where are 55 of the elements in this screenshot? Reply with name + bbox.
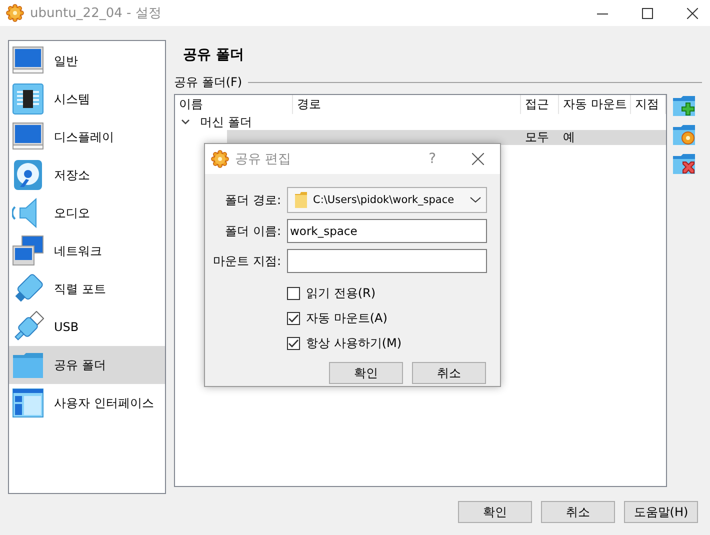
field-label: 마운트 지점: [212, 252, 281, 270]
close-icon[interactable] [472, 153, 484, 165]
column-header[interactable]: 자동 마운트 [559, 95, 631, 114]
dialog-title: 공유 편집 [235, 151, 292, 168]
network-icon [12, 235, 44, 267]
usb-plug-icon [12, 311, 44, 343]
sidebar-item[interactable]: 시스템 [9, 80, 165, 118]
input-field[interactable] [287, 249, 487, 273]
field-label: 폴더 이름: [224, 222, 281, 240]
group-label: 공유 폴더(F) [174, 74, 242, 90]
dialog-button[interactable]: 취소 [541, 501, 615, 523]
tree-group-label: 머신 폴더 [200, 114, 252, 130]
checkbox[interactable] [287, 312, 300, 325]
sidebar-item[interactable]: 오디오 [9, 194, 165, 232]
sidebar-item[interactable]: 직렬 포트 [9, 270, 165, 308]
field-label: 폴더 경로: [224, 192, 281, 208]
dialog-button[interactable]: 확인 [329, 362, 403, 384]
add-folder-icon[interactable] [672, 94, 696, 118]
checkbox-label[interactable]: 자동 마운트(A) [306, 310, 388, 327]
window-layout-icon [12, 387, 44, 419]
column-header[interactable]: 경로 [293, 95, 521, 114]
folder-icon [295, 192, 307, 208]
chip-icon [12, 83, 44, 115]
dialog-button[interactable]: 확인 [458, 501, 532, 523]
input-field[interactable]: work_space [287, 219, 487, 243]
caret-icon [470, 197, 481, 203]
checkbox[interactable] [287, 287, 300, 300]
maximize-icon[interactable] [642, 8, 653, 18]
sidebar-item[interactable]: 저장소 [9, 156, 165, 194]
sidebar-item[interactable]: USB [9, 308, 165, 346]
chevron-icon[interactable] [181, 119, 190, 125]
sidebar-item[interactable]: 일반 [9, 42, 165, 80]
column-header[interactable]: 접근 [521, 95, 559, 114]
dialog-button[interactable]: 도움말(H) [624, 501, 698, 523]
window-title: ubuntu_22_04 - 설정 [30, 5, 162, 22]
checkbox[interactable] [287, 337, 300, 350]
sidebar-item[interactable]: 디스플레이 [9, 118, 165, 156]
page-heading: 공유 폴더 [182, 46, 245, 65]
dialog-button[interactable]: 취소 [412, 362, 486, 384]
folder-path-dropdown[interactable]: C:\Users\pidok\work_space [287, 187, 487, 213]
sidebar-item[interactable]: 사용자 인터페이스 [9, 384, 165, 422]
sidebar-item[interactable]: 네트워크 [9, 232, 165, 270]
table-cell-text: 예 [562, 129, 576, 146]
checkbox-label[interactable]: 항상 사용하기(M) [306, 335, 402, 352]
checkbox-label[interactable]: 읽기 전용(R) [306, 285, 376, 302]
table-row[interactable]: 모두 예 [227, 130, 666, 145]
folder-settings-icon[interactable] [672, 123, 696, 147]
gear-icon [211, 150, 229, 168]
close-icon[interactable] [687, 8, 698, 18]
sidebar-item[interactable]: 공유 폴더 [9, 346, 165, 384]
table-cell-text: 모두 [524, 129, 550, 146]
remove-folder-icon[interactable] [672, 152, 696, 176]
column-header[interactable]: 이름 [175, 95, 293, 114]
app-logo-icon [6, 4, 24, 22]
column-header[interactable]: 지점 [631, 95, 666, 114]
